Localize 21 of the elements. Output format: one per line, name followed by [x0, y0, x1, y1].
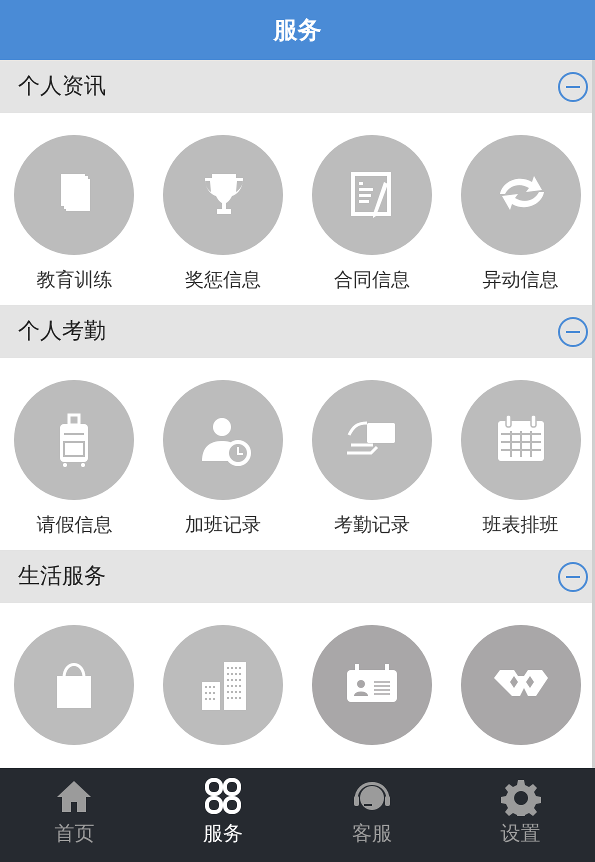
tab[interactable]: 设置	[446, 768, 595, 862]
settings-icon	[500, 778, 541, 816]
page-title: 服务	[274, 15, 322, 46]
tab[interactable]: 首页	[0, 768, 149, 862]
tab[interactable]: 服务	[148, 768, 298, 862]
service-label: 加班记录	[185, 513, 262, 538]
section-title: 个人考勤	[18, 318, 106, 346]
service-label: 合同信息	[334, 268, 410, 293]
service-label: 奖惩信息	[185, 268, 262, 293]
service-label: 班表排班	[482, 513, 559, 538]
collapse-icon[interactable]	[557, 560, 589, 592]
collapse-icon[interactable]	[557, 316, 589, 348]
service-label: 异动信息	[482, 268, 559, 293]
section-title: 个人资讯	[18, 73, 106, 101]
grid-icon	[203, 778, 244, 816]
collapse-icon[interactable]	[557, 70, 589, 102]
service-label: 考勤记录	[334, 513, 410, 538]
service-label: 教育训练	[36, 268, 112, 293]
section-title: 生活服务	[18, 563, 106, 591]
tab[interactable]: 客服	[298, 768, 446, 862]
service-label: 请假信息	[36, 513, 112, 538]
